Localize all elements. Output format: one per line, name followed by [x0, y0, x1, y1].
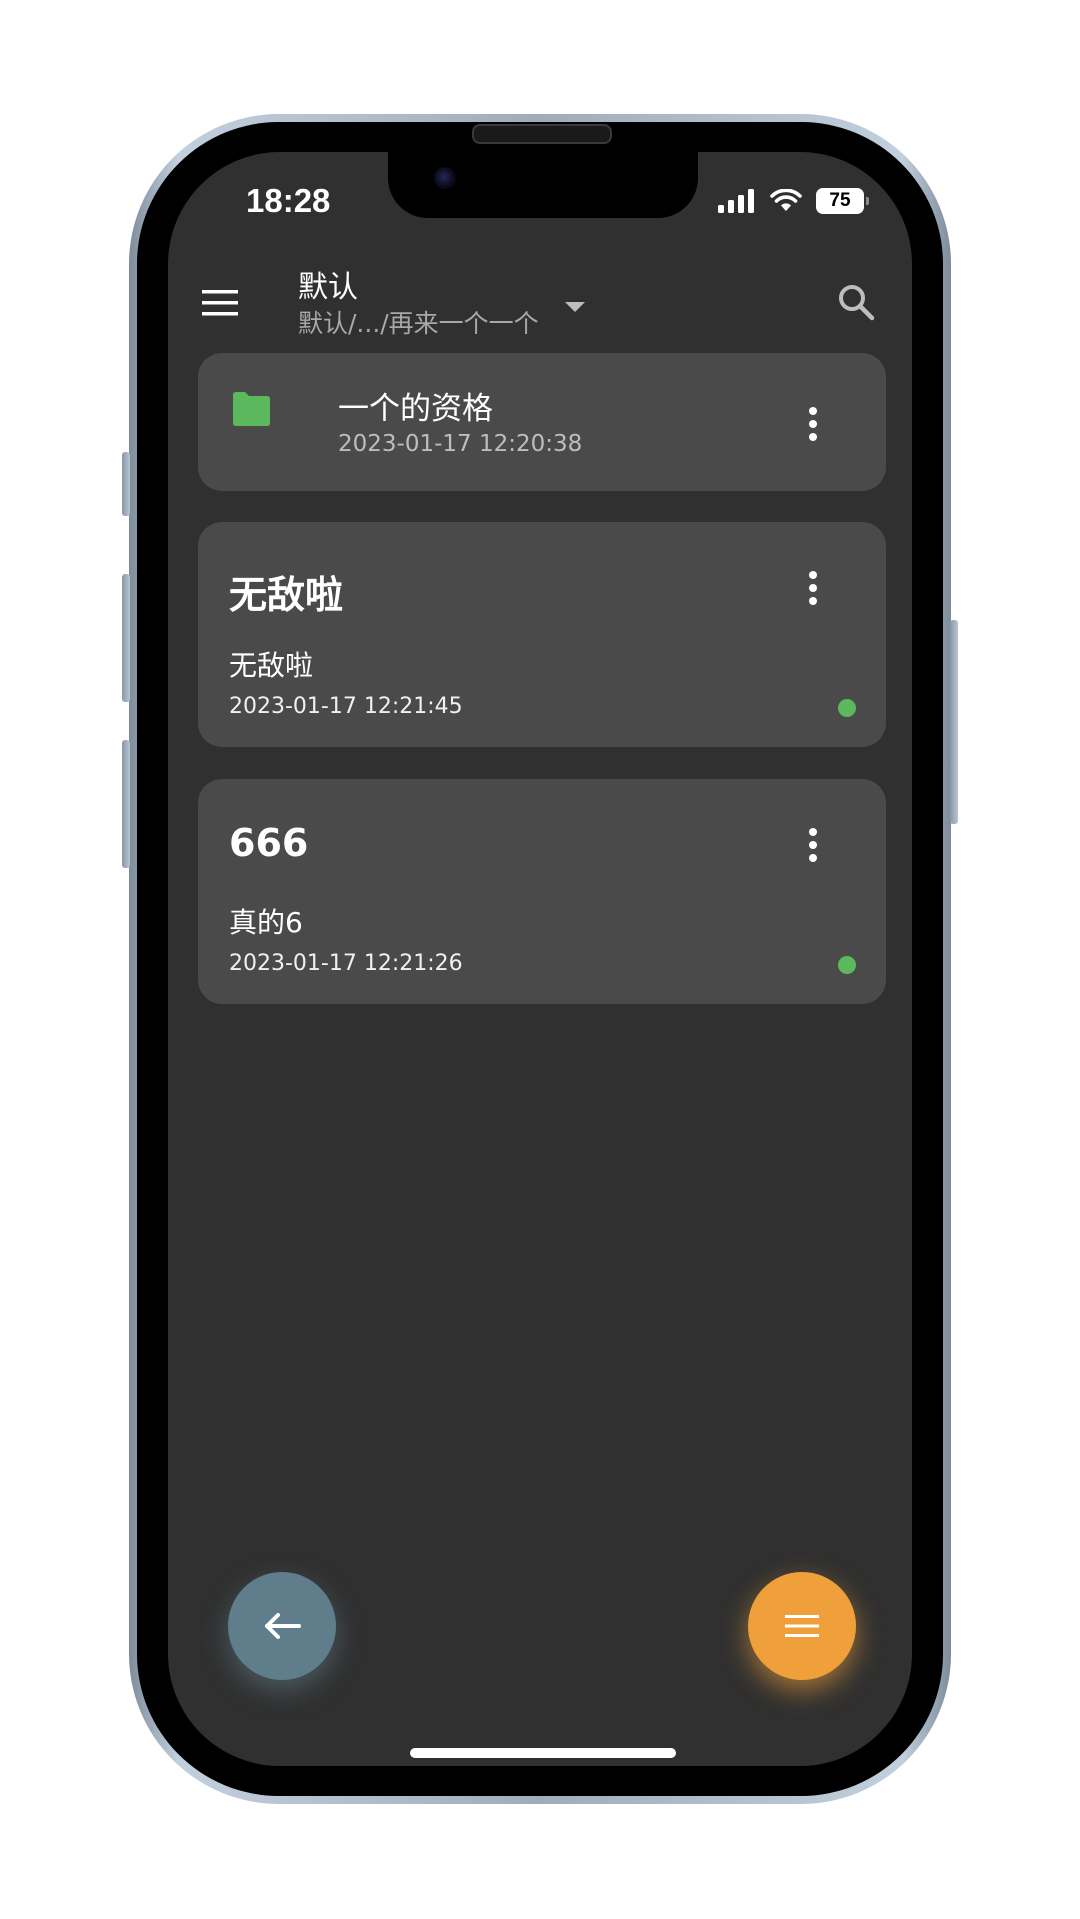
page-title[interactable]: 默认 — [298, 262, 358, 306]
note-date: 2023-01-17 12:21:26 — [229, 951, 463, 976]
more-options-icon[interactable] — [808, 570, 818, 606]
folder-icon — [233, 392, 270, 426]
note-preview: 无敌啦 — [229, 649, 314, 682]
note-item[interactable]: 无敌啦 无敌啦 2023-01-17 12:21:45 — [198, 522, 886, 747]
sync-status-dot — [838, 699, 856, 717]
volume-up-button — [122, 574, 130, 702]
page: 18:28 75 默认 默认/.../再来一个一个 一个的资格 2023-01-… — [0, 0, 1080, 1919]
status-icons: 75 — [718, 188, 869, 214]
breadcrumb[interactable]: 默认/.../再来一个一个 — [298, 304, 539, 340]
folder-date: 2023-01-17 12:20:38 — [338, 431, 583, 457]
note-item[interactable]: 666 真的6 2023-01-17 12:21:26 — [198, 779, 886, 1004]
dropdown-arrow-icon[interactable] — [564, 300, 586, 314]
status-time: 18:28 — [246, 182, 331, 219]
note-date: 2023-01-17 12:21:45 — [229, 694, 463, 719]
power-button — [950, 620, 958, 824]
menu-icon — [785, 1615, 819, 1637]
home-indicator[interactable] — [410, 1748, 676, 1758]
back-button[interactable] — [228, 1572, 336, 1680]
menu-fab-button[interactable] — [748, 1572, 856, 1680]
search-icon[interactable] — [836, 282, 876, 322]
note-title: 666 — [229, 821, 309, 865]
note-title: 无敌啦 — [229, 573, 344, 617]
arrow-left-icon — [265, 1613, 301, 1639]
front-camera — [434, 167, 456, 189]
folder-item[interactable]: 一个的资格 2023-01-17 12:20:38 — [198, 353, 886, 491]
note-preview: 真的6 — [229, 906, 303, 939]
signal-icon — [718, 189, 754, 213]
battery-icon: 75 — [816, 188, 869, 214]
volume-down-button — [122, 740, 130, 868]
wifi-icon — [770, 189, 802, 211]
earpiece-speaker — [472, 124, 612, 144]
sync-status-dot — [838, 956, 856, 974]
menu-icon[interactable] — [202, 288, 238, 318]
more-options-icon[interactable] — [808, 406, 818, 442]
notch — [388, 152, 698, 218]
more-options-icon[interactable] — [808, 827, 818, 863]
app-screen: 18:28 75 默认 默认/.../再来一个一个 一个的资格 2023-01-… — [168, 152, 912, 1766]
mute-switch — [122, 452, 130, 516]
folder-name: 一个的资格 — [338, 391, 493, 427]
